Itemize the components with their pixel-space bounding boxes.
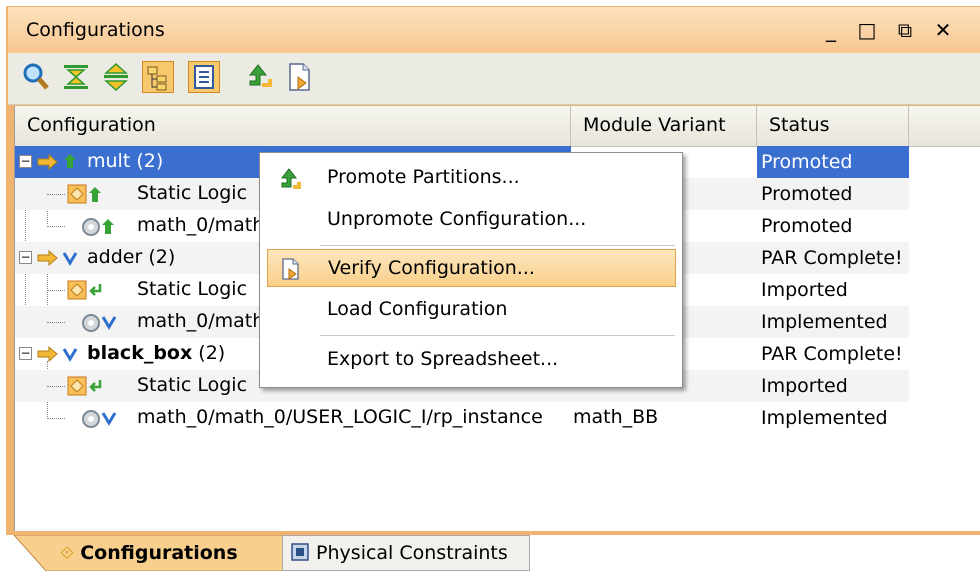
configurations-icon: ⟐: [60, 543, 75, 564]
panel-titlebar: Configurations _ □ ⧉ ✕: [8, 7, 980, 53]
verify-icon[interactable]: [284, 61, 316, 93]
column-header-module-variant[interactable]: Module Variant: [571, 106, 757, 146]
row-name: black_box: [87, 342, 193, 364]
promote-icon: [280, 168, 301, 189]
menu-item-promote-partitions[interactable]: Promote Partitions...: [267, 159, 676, 197]
context-menu: Promote Partitions... Unpromote Configur…: [259, 152, 683, 388]
verify-icon: [282, 258, 299, 280]
promote-icon[interactable]: [244, 61, 276, 93]
static-logic-icon: [67, 184, 101, 204]
row-name: math_0/math: [137, 310, 265, 332]
collapse-toggle[interactable]: −: [19, 155, 32, 168]
menu-item-unpromote-configuration[interactable]: Unpromote Configuration...: [267, 201, 676, 239]
menu-item-label: Export to Spreadsheet...: [327, 348, 559, 370]
column-header-configuration[interactable]: Configuration: [15, 106, 571, 146]
table-row[interactable]: math_0/math_0/USER_LOGIC_I/rp_instance m…: [15, 402, 909, 434]
maximize-button[interactable]: □: [854, 17, 880, 43]
toolbar: [8, 53, 980, 105]
row-variant: math_BB: [573, 406, 659, 428]
row-count: (2): [136, 150, 164, 172]
row-name: math_0/math: [137, 214, 265, 236]
row-status: PAR Complete!: [761, 247, 903, 269]
hierarchy-view-icon[interactable]: [142, 61, 174, 93]
row-name: math_0/math_0/USER_LOGIC_I/rp_instance: [137, 406, 543, 428]
static-logic-icon: [67, 376, 102, 396]
row-status: Implemented: [761, 311, 888, 333]
row-count: (2): [148, 246, 176, 268]
row-status: Promoted: [757, 146, 909, 178]
promoted-config-icon: [37, 154, 76, 170]
reconfigurable-module-icon: [82, 410, 117, 428]
static-logic-icon: [67, 280, 102, 300]
tab-physical-constraints[interactable]: Physical Constraints: [290, 535, 526, 571]
panel-title: Configurations: [26, 19, 165, 41]
panel-tabs: ⟐ Configurations Physical Constraints: [0, 535, 980, 571]
expand-all-icon[interactable]: [100, 61, 132, 93]
menu-separator: [320, 335, 675, 336]
table-header: Configuration Module Variant Status: [15, 106, 980, 147]
tab-label: Configurations: [80, 542, 238, 564]
row-name: Static Logic: [137, 278, 248, 300]
minimize-button[interactable]: _: [818, 17, 844, 43]
search-icon[interactable]: [20, 61, 52, 93]
row-name: mult: [87, 150, 131, 172]
collapse-toggle[interactable]: −: [19, 251, 32, 264]
row-status: Imported: [761, 279, 848, 301]
collapse-all-icon[interactable]: [60, 61, 92, 93]
column-header-status[interactable]: Status: [757, 106, 909, 146]
implemented-config-icon: [37, 346, 78, 362]
tab-label: Physical Constraints: [316, 542, 508, 564]
row-name: adder: [87, 246, 143, 268]
menu-item-label: Load Configuration: [327, 298, 508, 320]
menu-item-label: Promote Partitions...: [327, 166, 520, 188]
physical-constraints-icon: [291, 543, 309, 561]
row-status: Imported: [761, 375, 848, 397]
menu-item-verify-configuration[interactable]: Verify Configuration...: [267, 249, 676, 287]
menu-item-load-configuration[interactable]: Load Configuration: [267, 291, 676, 329]
restore-button[interactable]: ⧉: [892, 17, 918, 43]
collapse-toggle[interactable]: −: [19, 347, 32, 360]
reconfigurable-module-icon: [82, 314, 117, 332]
row-status: PAR Complete!: [761, 343, 903, 365]
row-status: Promoted: [761, 215, 853, 237]
row-status: Implemented: [761, 407, 888, 429]
menu-item-export-to-spreadsheet[interactable]: Export to Spreadsheet...: [267, 341, 676, 379]
row-status: Promoted: [761, 183, 853, 205]
reconfigurable-module-icon: [82, 218, 114, 236]
implemented-config-icon: [37, 250, 78, 266]
menu-item-label: Verify Configuration...: [328, 257, 535, 279]
row-name: Static Logic: [137, 374, 248, 396]
flat-view-icon[interactable]: [188, 61, 220, 93]
row-name: Static Logic: [137, 182, 248, 204]
close-button[interactable]: ✕: [930, 17, 956, 43]
menu-item-label: Unpromote Configuration...: [327, 208, 587, 230]
row-count: (2): [198, 342, 226, 364]
menu-separator: [320, 245, 675, 246]
tab-configurations[interactable]: ⟐ Configurations: [60, 535, 270, 571]
